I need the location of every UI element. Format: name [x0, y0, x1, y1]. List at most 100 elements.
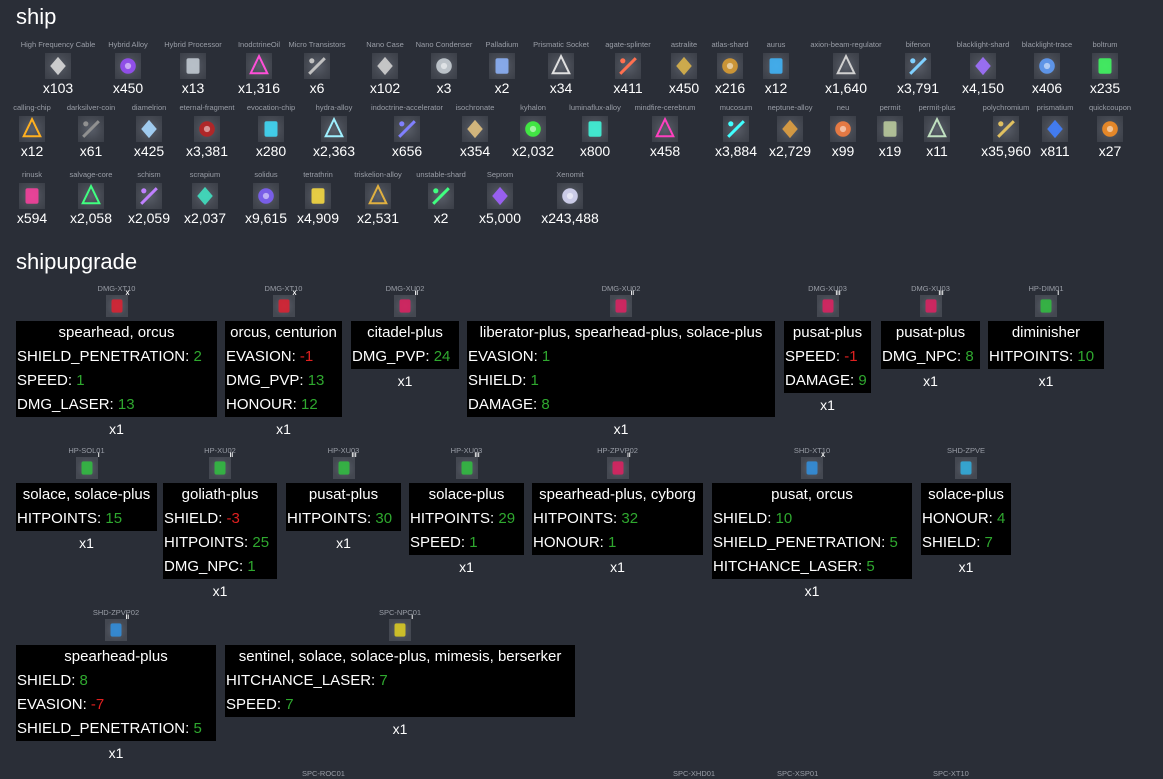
upgrade-stat: HONOUR: 12 — [226, 396, 318, 413]
ship-item[interactable]: axion-beam-regulator x1,640 — [806, 40, 886, 96]
upgrade-quantity: x1 — [276, 421, 291, 437]
ship-item-name: isochronate — [455, 103, 495, 112]
upgrade-module-icon: II — [209, 453, 233, 479]
ship-item-name: Seprom — [486, 170, 514, 179]
upgrade-code: SPC-NPC01 — [378, 608, 422, 617]
ship-item-name: boltrum — [1092, 40, 1118, 49]
ship-item-quantity: x411 — [613, 80, 643, 96]
ship-item-name: permit-plus — [918, 103, 956, 112]
upgrade-stat-key: HITPOINTS — [410, 510, 491, 527]
upgrade-stat: HITPOINTS: 10 — [989, 348, 1095, 365]
ship-item-quantity: x811 — [1040, 143, 1070, 159]
ship-item[interactable]: aurus x12 — [736, 40, 816, 96]
ship-item[interactable]: hydra-alloy x2,363 — [294, 103, 374, 159]
upgrade-stats-box: liberator-plus, spearhead-plus, solace-p… — [467, 321, 775, 417]
upgrade-ships: spearhead, orcus — [58, 324, 175, 341]
upgrade-code: DMG-XU03 — [911, 284, 950, 293]
upgrade-stat-value: 10 — [775, 510, 793, 527]
upgrade-quantity: x1 — [1038, 373, 1054, 389]
ship-item-name: bifenon — [905, 40, 931, 49]
upgrade-module-icon: X — [105, 291, 130, 317]
xenomit-icon — [557, 183, 583, 209]
upgrade-stat-key: DMG_PVP — [352, 348, 426, 365]
upgrade-card[interactable]: DMG-XT10 Xorcus, centurion EVASION: -1 DMG_… — [225, 284, 342, 438]
upgrade-stat-key: SPEED — [410, 534, 461, 551]
ship-item-name: prismatium — [1036, 103, 1074, 112]
ship-item-quantity: x2,363 — [312, 143, 356, 159]
seprom-icon — [487, 183, 513, 209]
ship-item[interactable]: permit-plus x11 — [897, 103, 977, 159]
upgrade-stat-key: HONOUR — [922, 510, 989, 527]
ship-item-name: unstable-shard — [416, 170, 466, 179]
ship-item-name: Nano Case — [366, 40, 404, 49]
upgrade-card[interactable]: HP-XU02 II goliath-plus SHIELD: -3 HITPOINTS… — [163, 446, 277, 600]
upgrade-stat-value: 25 — [252, 534, 270, 551]
upgrade-ships: pusat-plus — [895, 324, 966, 341]
upgrade-card[interactable]: DMG-XT10 Xspearhead, orcus SHIELD_PENETRAT… — [16, 284, 217, 438]
upgrade-card[interactable]: SPC-NPC01 Isentinel, solace, solace-plus,… — [225, 608, 575, 738]
upgrade-card[interactable]: DMG-XU02 II citadel-plus DMG_PVP: 24 x1 — [351, 284, 459, 390]
upgrade-card[interactable]: SHD-ZPVE solace-plus HONOUR: 4 SHIELD: 7 x1 — [921, 446, 1011, 576]
upgrade-stat-key: HITPOINTS — [287, 510, 368, 527]
ship-item[interactable]: mindfire-cerebrum x458 — [625, 103, 705, 159]
upgrade-card[interactable]: HP-XU03 III pusat-plus HITPOINTS: 30 x1 — [286, 446, 401, 552]
ship-item-name: schism — [137, 170, 161, 179]
upgrade-stat-value: 24 — [433, 348, 451, 365]
ship-item-name: eternal-fragment — [179, 103, 235, 112]
ship-item-name: rinusk — [21, 170, 42, 179]
upgrade-quantity: x1 — [212, 583, 228, 599]
upgrade-module-icon: II — [105, 615, 129, 641]
salvage-core-icon — [78, 183, 104, 209]
ship-item-name: mindfire-cerebrum — [634, 103, 696, 112]
upgrade-stat-key: SPEED — [226, 696, 277, 713]
upgrade-card[interactable]: DMG-XU03 III pusat-plus DMG_NPC: 8 x1 — [881, 284, 980, 390]
ship-item[interactable]: quickcoupon x27 — [1070, 103, 1150, 159]
ship-item[interactable]: luminaflux-alloy x800 — [555, 103, 635, 159]
upgrade-stat-key: DMG_NPC — [882, 348, 958, 365]
ship-item-quantity: x4,909 — [296, 210, 340, 226]
ship-item-quantity: x450 — [112, 80, 144, 96]
ship-item[interactable]: Xenomit x243,488 — [530, 170, 610, 226]
ship-item-quantity: x103 — [42, 80, 74, 96]
upgrade-stat-value: 5 — [866, 558, 875, 575]
upgrade-tier: III — [351, 453, 357, 459]
upgrade-module-icon: III — [816, 291, 841, 317]
upgrade-ships: orcus, centurion — [230, 324, 337, 341]
upgrade-code: SPC-ROC01 — [302, 769, 345, 778]
upgrade-stat-key: EVASION — [17, 696, 83, 713]
blacklight-trace-icon — [1034, 53, 1060, 79]
upgrade-tier: II — [229, 453, 233, 459]
upgrade-stat-value: 7 — [379, 672, 388, 689]
processor-icon — [180, 53, 206, 79]
unstable-shard-icon — [428, 183, 454, 209]
upgrade-ships: sentinel, solace, solace-plus, mimesis, … — [238, 648, 562, 665]
upgrade-stat: HITPOINTS: 25 — [164, 534, 270, 551]
upgrade-module-icon: III — [455, 453, 480, 479]
upgrade-card[interactable]: DMG-XU03 III pusat-plus SPEED: -1 DAMAGE: 9 x… — [784, 284, 871, 414]
hybrid-alloy-icon — [115, 53, 141, 79]
upgrade-stats-box: spearhead-plus SHIELD: 8 EVASION: -7 SHIELD… — [16, 645, 216, 741]
upgrade-card[interactable]: HP-XU03 III solace-plus HITPOINTS: 29 SPEED:… — [409, 446, 524, 576]
upgrade-tier: III — [474, 453, 480, 459]
ship-item-quantity: x2 — [433, 210, 449, 226]
ship-item[interactable]: Seprom x5,000 — [460, 170, 540, 226]
upgrade-stat: SPEED: 1 — [17, 372, 85, 389]
ship-item-name: triskelion-alloy — [354, 170, 402, 179]
upgrade-card[interactable]: HP-ZPVP02 II spearhead-plus, cyborg HITPOIN… — [532, 446, 703, 576]
upgrade-card[interactable]: SHD-ZPVP02 II spearhead-plus SHIELD: 8 EVASI… — [16, 608, 216, 762]
ship-item-name: solidus — [254, 170, 278, 179]
transistor-icon — [304, 53, 330, 79]
ship-item[interactable]: High Frequency Cable x103 — [18, 40, 98, 96]
upgrade-card[interactable]: HP-DIM01 Idiminisher HITPOINTS: 10 x1 — [988, 284, 1104, 390]
diamelrion-icon — [136, 116, 162, 142]
upgrade-stat: HITCHANCE_LASER: 7 — [226, 672, 388, 689]
upgrade-stat: HITPOINTS: 29 — [410, 510, 516, 527]
ship-item[interactable]: boltrum x235 — [1065, 40, 1145, 96]
upgrade-card[interactable]: HP-SOL01 Isolace, solace-plus HITPOINTS: 1… — [16, 446, 157, 552]
upgrade-stat-value: 2 — [193, 348, 202, 365]
scrapium-icon — [192, 183, 218, 209]
upgrade-stat-value: 8 — [79, 672, 88, 689]
upgrade-code: DMG-XU02 — [601, 284, 641, 293]
upgrade-card[interactable]: SHD-XT10 Xpusat, orcus SHIELD: 10 SHIELD_PE… — [712, 446, 912, 600]
upgrade-card[interactable]: DMG-XU02 II liberator-plus, spearhead-plus… — [467, 284, 775, 438]
